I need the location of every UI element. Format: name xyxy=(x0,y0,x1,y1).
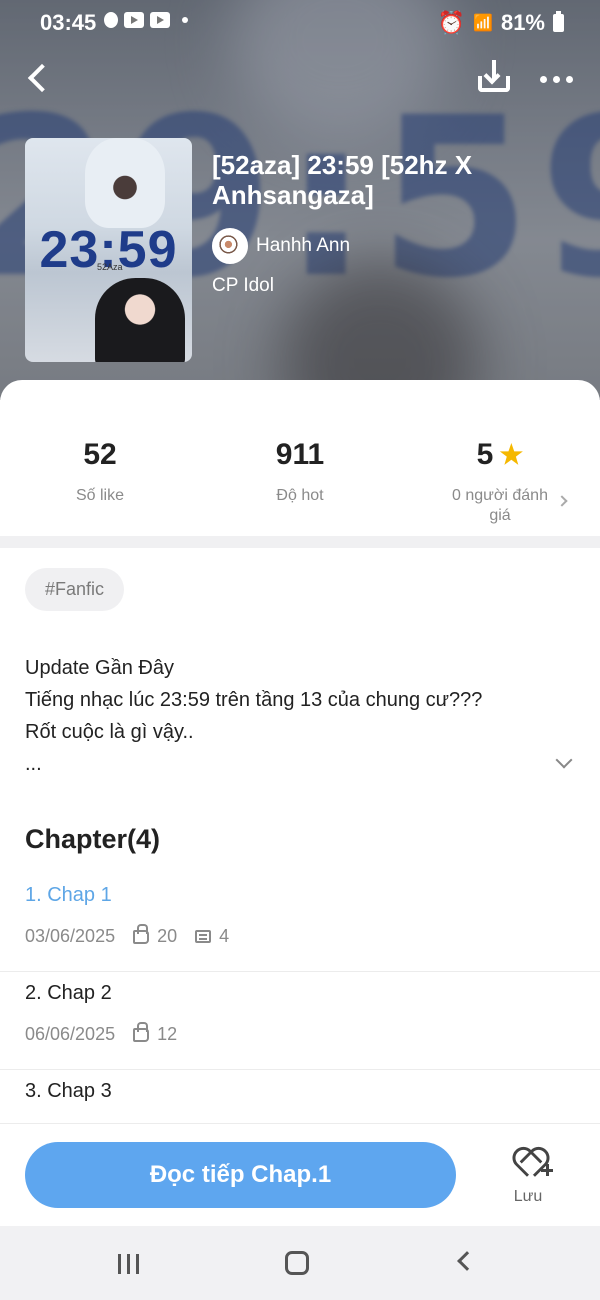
author-avatar[interactable] xyxy=(212,228,248,264)
chapter-title[interactable]: 3. Chap 3 xyxy=(25,1080,112,1103)
likes-count: 52 xyxy=(83,438,117,471)
chevron-down-icon[interactable] xyxy=(555,751,573,769)
youtube-icon xyxy=(150,12,170,28)
chapter-list-heading: Chapter(4) xyxy=(25,824,161,854)
download-icon[interactable] xyxy=(474,60,514,96)
status-system-icons: ⏰ 📶 81% xyxy=(438,10,564,36)
status-bar: 03:45 ⏰ 📶 81% xyxy=(0,0,600,44)
system-navigation-bar xyxy=(0,1226,600,1300)
chapter-title[interactable]: 1. Chap 1 xyxy=(25,884,112,907)
heart-plus-icon[interactable] xyxy=(513,1150,553,1176)
description-line: Update Gần Đây xyxy=(25,657,174,679)
rating-label: 0 người đánh giá xyxy=(452,487,548,524)
chapter-date: 06/06/2025 xyxy=(25,1024,116,1044)
rating-value-wrap: 5 xyxy=(477,438,524,472)
continue-reading-button[interactable]: Đọc tiếp Chap.1 xyxy=(25,1142,456,1208)
stat-hot: 911 Độ hot xyxy=(200,380,400,536)
battery-percent: 81% xyxy=(500,10,545,35)
youtube-icon xyxy=(124,12,144,28)
chapter-meta: 03/06/2025 20 4 xyxy=(25,923,230,947)
story-description: Update Gần Đây Tiếng nhạc lúc 23:59 trên… xyxy=(25,652,545,780)
top-toolbar xyxy=(0,56,600,100)
chapter-likes: 20 xyxy=(157,926,178,946)
thumbs-up-icon xyxy=(133,1021,150,1042)
more-notifications-icon xyxy=(182,17,188,23)
likes-label: Số like xyxy=(75,487,125,504)
status-time: 03:45 xyxy=(40,10,97,35)
back-button[interactable] xyxy=(20,60,56,96)
chapter-item[interactable]: 2. Chap 2 06/06/2025 12 xyxy=(0,972,600,1070)
thumbs-up-icon xyxy=(133,923,150,944)
recent-apps-button[interactable] xyxy=(118,1254,142,1274)
stats-row: 52 Số like 911 Độ hot 5 0 người đánh giá xyxy=(0,380,600,536)
description-line: ... xyxy=(25,753,42,775)
story-title: [52aza] 23:59 [52hz X Anhsangaza] xyxy=(212,150,473,210)
more-options-icon[interactable] xyxy=(536,64,576,94)
battery-icon xyxy=(553,11,564,32)
stat-rating[interactable]: 5 0 người đánh giá xyxy=(400,380,600,536)
story-category[interactable]: CP Idol xyxy=(212,275,274,297)
chapter-likes: 12 xyxy=(157,1024,178,1044)
chapter-date: 03/06/2025 xyxy=(25,926,116,946)
story-header: 29:59 03:45 ⏰ 📶 81% 23:59 52Aza [52 xyxy=(0,0,600,400)
chapter-comments: 4 xyxy=(219,926,230,946)
save-label[interactable]: Lưu xyxy=(498,1188,558,1206)
home-button[interactable] xyxy=(285,1251,309,1275)
wifi-icon: 📶 xyxy=(473,15,493,32)
rating-value: 5 xyxy=(476,438,494,471)
cover-figure xyxy=(85,138,165,228)
cover-subtitle-art: 52Aza xyxy=(97,262,123,272)
cover-figure xyxy=(95,278,185,362)
author-name[interactable]: Hanhh Ann xyxy=(256,235,350,257)
stat-likes: 52 Số like xyxy=(0,380,200,536)
notification-icon xyxy=(104,12,118,28)
system-back-button[interactable] xyxy=(457,1251,477,1271)
tag-chip[interactable]: #Fanfic xyxy=(25,568,125,611)
hot-count: 911 xyxy=(275,438,325,471)
status-notification-icons xyxy=(104,12,188,28)
hot-label: Độ hot xyxy=(276,487,324,504)
chapter-title[interactable]: 2. Chap 2 xyxy=(25,982,112,1005)
save-button[interactable]: Lưu xyxy=(498,1146,558,1210)
description-line: Tiếng nhạc lúc 23:59 trên tầng 13 của ch… xyxy=(25,689,483,711)
chapter-meta: 06/06/2025 12 xyxy=(25,1021,178,1045)
bottom-action-bar: Đọc tiếp Chap.1 Lưu xyxy=(0,1123,600,1226)
description-line: Rốt cuộc là gì vậy.. xyxy=(25,721,194,743)
author-link[interactable]: Hanhh Ann xyxy=(212,228,350,264)
chapter-item[interactable]: 1. Chap 1 03/06/2025 20 4 xyxy=(0,874,600,972)
comment-icon xyxy=(195,930,212,943)
story-cover-image[interactable]: 23:59 52Aza xyxy=(25,138,192,362)
section-divider xyxy=(0,536,600,548)
star-icon xyxy=(499,443,523,465)
alarm-icon: ⏰ xyxy=(437,10,466,35)
